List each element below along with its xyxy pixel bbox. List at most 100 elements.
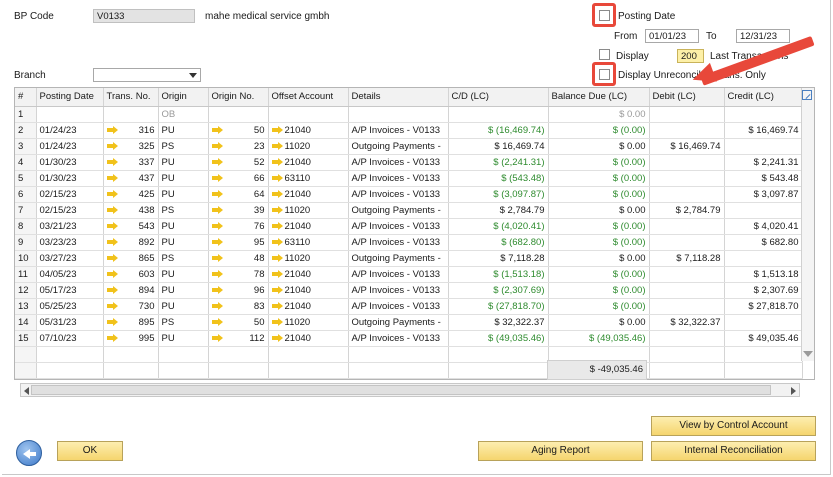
link-arrow-icon[interactable]: [106, 221, 118, 230]
cell-offset-account[interactable]: 21040: [268, 298, 349, 315]
cell-origin-no[interactable]: 76: [208, 218, 269, 235]
link-arrow-icon[interactable]: [271, 189, 283, 198]
link-arrow-icon[interactable]: [106, 285, 118, 294]
to-date-field[interactable]: 12/31/23: [736, 29, 790, 43]
link-arrow-icon[interactable]: [271, 333, 283, 342]
cell-offset-account[interactable]: 21040: [268, 122, 349, 139]
link-arrow-icon[interactable]: [211, 173, 223, 182]
col-header-credit[interactable]: Credit (LC): [724, 88, 803, 107]
cell-trans-no[interactable]: 543: [103, 218, 159, 235]
link-arrow-icon[interactable]: [271, 205, 283, 214]
cell-trans-no[interactable]: 865: [103, 250, 159, 267]
link-arrow-icon[interactable]: [106, 157, 118, 166]
link-arrow-icon[interactable]: [211, 237, 223, 246]
aging-report-button[interactable]: Aging Report: [478, 441, 643, 461]
branch-dropdown[interactable]: [93, 68, 201, 82]
scroll-left-icon[interactable]: [24, 387, 29, 395]
link-arrow-icon[interactable]: [106, 333, 118, 342]
table-row-empty[interactable]: [15, 346, 803, 363]
link-arrow-icon[interactable]: [271, 269, 283, 278]
col-header-posting-date[interactable]: Posting Date: [36, 88, 104, 107]
scroll-thumb[interactable]: [31, 385, 771, 395]
table-row[interactable]: 11 04/05/23 603 PU 78 21040 A/P Invoices - V01…: [15, 266, 803, 283]
cell-origin-no[interactable]: 50: [208, 314, 269, 331]
col-header-cd[interactable]: C/D (LC): [448, 88, 549, 107]
col-header-num[interactable]: #: [15, 88, 37, 107]
col-header-origin-no[interactable]: Origin No.: [208, 88, 269, 107]
cell-offset-account[interactable]: 11020: [268, 250, 349, 267]
link-arrow-icon[interactable]: [106, 189, 118, 198]
table-row[interactable]: 3 01/24/23 325 PS 23 11020 Outgoing Payments -…: [15, 138, 803, 155]
scroll-right-icon[interactable]: [791, 387, 796, 395]
table-row-empty[interactable]: [15, 362, 803, 379]
link-arrow-icon[interactable]: [106, 125, 118, 134]
link-arrow-icon[interactable]: [106, 141, 118, 150]
link-arrow-icon[interactable]: [271, 285, 283, 294]
internal-reconciliation-button[interactable]: Internal Reconciliation: [651, 441, 816, 461]
back-arrow-icon[interactable]: [16, 440, 42, 466]
table-row[interactable]: 6 02/15/23 425 PU 64 21040 A/P Invoices - V013…: [15, 186, 803, 203]
cell-trans-no[interactable]: 603: [103, 266, 159, 283]
table-row[interactable]: 14 05/31/23 895 PS 50 11020 Outgoing Payments …: [15, 314, 803, 331]
link-arrow-icon[interactable]: [271, 317, 283, 326]
cell-offset-account[interactable]: 21040: [268, 282, 349, 299]
cell-origin-no[interactable]: 39: [208, 202, 269, 219]
cell-origin-no[interactable]: 23: [208, 138, 269, 155]
col-header-details[interactable]: Details: [348, 88, 449, 107]
link-arrow-icon[interactable]: [211, 221, 223, 230]
table-row[interactable]: 2 01/24/23 316 PU 50 21040 A/P Invoices - V013…: [15, 122, 803, 139]
link-arrow-icon[interactable]: [211, 141, 223, 150]
col-header-offset-account[interactable]: Offset Account: [268, 88, 349, 107]
cell-offset-account[interactable]: 21040: [268, 266, 349, 283]
table-row[interactable]: 7 02/15/23 438 PS 39 11020 Outgoing Payments -…: [15, 202, 803, 219]
table-row-opening[interactable]: 1 OB $ 0.00: [15, 106, 803, 123]
cell-trans-no[interactable]: 894: [103, 282, 159, 299]
link-arrow-icon[interactable]: [211, 301, 223, 310]
cell-origin-no[interactable]: 52: [208, 154, 269, 171]
cell-trans-no[interactable]: 892: [103, 234, 159, 251]
cell-origin-no[interactable]: 66: [208, 170, 269, 187]
link-arrow-icon[interactable]: [271, 221, 283, 230]
bp-code-field[interactable]: V0133: [93, 9, 195, 23]
cell-origin-no[interactable]: 95: [208, 234, 269, 251]
cell-trans-no[interactable]: 316: [103, 122, 159, 139]
link-arrow-icon[interactable]: [106, 253, 118, 262]
link-arrow-icon[interactable]: [211, 205, 223, 214]
table-row[interactable]: 9 03/23/23 892 PU 95 63110 A/P Invoices - V013…: [15, 234, 803, 251]
display-count-field[interactable]: 200: [677, 49, 704, 63]
link-arrow-icon[interactable]: [271, 141, 283, 150]
link-arrow-icon[interactable]: [211, 333, 223, 342]
cell-origin-no[interactable]: 96: [208, 282, 269, 299]
cell-origin-no[interactable]: 50: [208, 122, 269, 139]
cell-offset-account[interactable]: 21040: [268, 330, 349, 347]
cell-offset-account[interactable]: 63110: [268, 170, 349, 187]
link-arrow-icon[interactable]: [211, 269, 223, 278]
link-arrow-icon[interactable]: [106, 237, 118, 246]
cell-offset-account[interactable]: 21040: [268, 218, 349, 235]
link-arrow-icon[interactable]: [211, 189, 223, 198]
cell-trans-no[interactable]: 425: [103, 186, 159, 203]
cell-trans-no[interactable]: 337: [103, 154, 159, 171]
cell-origin-no[interactable]: 48: [208, 250, 269, 267]
grid-vertical-scrollbar[interactable]: [801, 88, 814, 361]
cell-origin-no[interactable]: 78: [208, 266, 269, 283]
cell-origin-no[interactable]: 64: [208, 186, 269, 203]
cell-origin-no[interactable]: 83: [208, 298, 269, 315]
link-arrow-icon[interactable]: [271, 125, 283, 134]
link-arrow-icon[interactable]: [211, 317, 223, 326]
table-row[interactable]: 8 03/21/23 543 PU 76 21040 A/P Invoices - V013…: [15, 218, 803, 235]
col-header-debit[interactable]: Debit (LC): [649, 88, 725, 107]
link-arrow-icon[interactable]: [211, 253, 223, 262]
cell-trans-no[interactable]: 995: [103, 330, 159, 347]
table-row[interactable]: 13 05/25/23 730 PU 83 21040 A/P Invoices - V01…: [15, 298, 803, 315]
cell-offset-account[interactable]: 21040: [268, 186, 349, 203]
display-checkbox[interactable]: [599, 49, 610, 60]
link-arrow-icon[interactable]: [106, 173, 118, 182]
link-arrow-icon[interactable]: [271, 173, 283, 182]
col-header-balance-due[interactable]: Balance Due (LC): [548, 88, 650, 107]
cell-offset-account[interactable]: 63110: [268, 234, 349, 251]
table-row[interactable]: 4 01/30/23 337 PU 52 21040 A/P Invoices - V013…: [15, 154, 803, 171]
link-arrow-icon[interactable]: [106, 269, 118, 278]
grid-horizontal-scrollbar[interactable]: [20, 383, 800, 397]
cell-offset-account[interactable]: 11020: [268, 202, 349, 219]
